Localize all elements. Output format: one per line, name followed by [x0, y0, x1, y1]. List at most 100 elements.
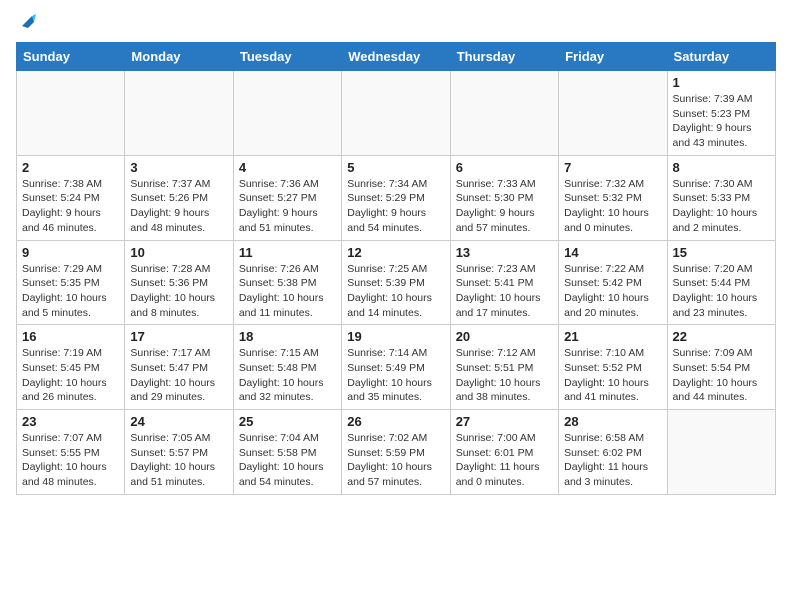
day-header-saturday: Saturday [667, 43, 775, 71]
calendar-day: 18 Sunrise: 7:15 AM Sunset: 5:48 PM Dayli… [233, 325, 341, 410]
calendar-day: 17 Sunrise: 7:17 AM Sunset: 5:47 PM Dayli… [125, 325, 233, 410]
day-number: 9 [22, 245, 119, 260]
day-number: 10 [130, 245, 227, 260]
calendar-day: 11 Sunrise: 7:26 AM Sunset: 5:38 PM Dayli… [233, 240, 341, 325]
day-info: Sunrise: 7:38 AM Sunset: 5:24 PM Dayligh… [22, 177, 119, 236]
day-info: Sunrise: 7:22 AM Sunset: 5:42 PM Dayligh… [564, 262, 661, 321]
calendar-day: 26Sunrise: 7:02 AM Sunset: 5:59 PM Dayli… [342, 410, 450, 495]
day-info: Sunrise: 7:39 AM Sunset: 5:23 PM Dayligh… [673, 92, 770, 151]
calendar-day: 8 Sunrise: 7:30 AM Sunset: 5:33 PM Daylig… [667, 155, 775, 240]
day-info: Sunrise: 7:32 AM Sunset: 5:32 PM Dayligh… [564, 177, 661, 236]
calendar-day: 27 Sunrise: 7:00 AM Sunset: 6:01 PM Dayli… [450, 410, 558, 495]
day-header-monday: Monday [125, 43, 233, 71]
calendar-day: 7 Sunrise: 7:32 AM Sunset: 5:32 PM Daylig… [559, 155, 667, 240]
calendar-day: 21 Sunrise: 7:10 AM Sunset: 5:52 PM Dayli… [559, 325, 667, 410]
calendar-week-3: 9 Sunrise: 7:29 AM Sunset: 5:35 PM Daylig… [17, 240, 776, 325]
day-info: Sunrise: 7:12 AM Sunset: 5:51 PM Dayligh… [456, 346, 553, 405]
day-number: 6 [456, 160, 553, 175]
day-number: 15 [673, 245, 770, 260]
day-number: 20 [456, 329, 553, 344]
day-number: 11 [239, 245, 336, 260]
day-info: Sunrise: 7:33 AM Sunset: 5:30 PM Dayligh… [456, 177, 553, 236]
day-number: 22 [673, 329, 770, 344]
calendar-day [233, 71, 341, 156]
calendar-day: 25 Sunrise: 7:04 AM Sunset: 5:58 PM Dayli… [233, 410, 341, 495]
day-info: Sunrise: 7:25 AM Sunset: 5:39 PM Dayligh… [347, 262, 444, 321]
day-number: 4 [239, 160, 336, 175]
day-info: Sunrise: 7:04 AM Sunset: 5:58 PM Dayligh… [239, 431, 336, 490]
calendar-day [559, 71, 667, 156]
day-number: 5 [347, 160, 444, 175]
day-header-thursday: Thursday [450, 43, 558, 71]
calendar-day: 9 Sunrise: 7:29 AM Sunset: 5:35 PM Daylig… [17, 240, 125, 325]
calendar-day: 5 Sunrise: 7:34 AM Sunset: 5:29 PM Daylig… [342, 155, 450, 240]
calendar-day: 28 Sunrise: 6:58 AM Sunset: 6:02 PM Dayli… [559, 410, 667, 495]
calendar-day: 22 Sunrise: 7:09 AM Sunset: 5:54 PM Dayli… [667, 325, 775, 410]
day-info: Sunrise: 7:19 AM Sunset: 5:45 PM Dayligh… [22, 346, 119, 405]
calendar-day [667, 410, 775, 495]
calendar-day [342, 71, 450, 156]
page-header [16, 16, 776, 30]
day-info: Sunrise: 7:10 AM Sunset: 5:52 PM Dayligh… [564, 346, 661, 405]
calendar-day: 24 Sunrise: 7:05 AM Sunset: 5:57 PM Dayli… [125, 410, 233, 495]
day-info: Sunrise: 7:14 AM Sunset: 5:49 PM Dayligh… [347, 346, 444, 405]
day-info: Sunrise: 7:05 AM Sunset: 5:57 PM Dayligh… [130, 431, 227, 490]
day-info: Sunrise: 7:02 AM Sunset: 5:59 PM Dayligh… [347, 431, 444, 490]
calendar-day: 14 Sunrise: 7:22 AM Sunset: 5:42 PM Dayli… [559, 240, 667, 325]
calendar-table: SundayMondayTuesdayWednesdayThursdayFrid… [16, 42, 776, 495]
day-number: 24 [130, 414, 227, 429]
day-number: 28 [564, 414, 661, 429]
logo-bird-icon [18, 12, 36, 30]
calendar-day [125, 71, 233, 156]
day-number: 16 [22, 329, 119, 344]
day-number: 1 [673, 75, 770, 90]
calendar-week-1: 1 Sunrise: 7:39 AM Sunset: 5:23 PM Daylig… [17, 71, 776, 156]
day-info: Sunrise: 7:15 AM Sunset: 5:48 PM Dayligh… [239, 346, 336, 405]
day-info: Sunrise: 7:37 AM Sunset: 5:26 PM Dayligh… [130, 177, 227, 236]
day-header-friday: Friday [559, 43, 667, 71]
calendar-day: 23 Sunrise: 7:07 AM Sunset: 5:55 PM Dayli… [17, 410, 125, 495]
calendar-day: 10 Sunrise: 7:28 AM Sunset: 5:36 PM Dayli… [125, 240, 233, 325]
day-number: 18 [239, 329, 336, 344]
day-number: 8 [673, 160, 770, 175]
calendar-header-row: SundayMondayTuesdayWednesdayThursdayFrid… [17, 43, 776, 71]
day-info: Sunrise: 7:20 AM Sunset: 5:44 PM Dayligh… [673, 262, 770, 321]
calendar-day: 6 Sunrise: 7:33 AM Sunset: 5:30 PM Daylig… [450, 155, 558, 240]
day-number: 23 [22, 414, 119, 429]
day-info: Sunrise: 7:00 AM Sunset: 6:01 PM Dayligh… [456, 431, 553, 490]
calendar-week-2: 2Sunrise: 7:38 AM Sunset: 5:24 PM Daylig… [17, 155, 776, 240]
calendar-day: 20 Sunrise: 7:12 AM Sunset: 5:51 PM Dayli… [450, 325, 558, 410]
calendar-day: 3 Sunrise: 7:37 AM Sunset: 5:26 PM Daylig… [125, 155, 233, 240]
day-number: 14 [564, 245, 661, 260]
calendar-day: 13Sunrise: 7:23 AM Sunset: 5:41 PM Dayli… [450, 240, 558, 325]
day-info: Sunrise: 7:29 AM Sunset: 5:35 PM Dayligh… [22, 262, 119, 321]
day-info: Sunrise: 7:28 AM Sunset: 5:36 PM Dayligh… [130, 262, 227, 321]
calendar-day [450, 71, 558, 156]
day-number: 7 [564, 160, 661, 175]
day-number: 3 [130, 160, 227, 175]
day-info: Sunrise: 7:30 AM Sunset: 5:33 PM Dayligh… [673, 177, 770, 236]
day-info: Sunrise: 6:58 AM Sunset: 6:02 PM Dayligh… [564, 431, 661, 490]
day-number: 21 [564, 329, 661, 344]
calendar-day: 12 Sunrise: 7:25 AM Sunset: 5:39 PM Dayli… [342, 240, 450, 325]
logo [16, 16, 36, 30]
day-number: 27 [456, 414, 553, 429]
day-number: 17 [130, 329, 227, 344]
day-number: 25 [239, 414, 336, 429]
day-info: Sunrise: 7:34 AM Sunset: 5:29 PM Dayligh… [347, 177, 444, 236]
day-header-tuesday: Tuesday [233, 43, 341, 71]
calendar-day: 4 Sunrise: 7:36 AM Sunset: 5:27 PM Daylig… [233, 155, 341, 240]
day-info: Sunrise: 7:09 AM Sunset: 5:54 PM Dayligh… [673, 346, 770, 405]
calendar-day: 2Sunrise: 7:38 AM Sunset: 5:24 PM Daylig… [17, 155, 125, 240]
day-info: Sunrise: 7:26 AM Sunset: 5:38 PM Dayligh… [239, 262, 336, 321]
day-info: Sunrise: 7:36 AM Sunset: 5:27 PM Dayligh… [239, 177, 336, 236]
day-info: Sunrise: 7:17 AM Sunset: 5:47 PM Dayligh… [130, 346, 227, 405]
day-header-sunday: Sunday [17, 43, 125, 71]
calendar-week-4: 16 Sunrise: 7:19 AM Sunset: 5:45 PM Dayli… [17, 325, 776, 410]
day-number: 12 [347, 245, 444, 260]
day-number: 13 [456, 245, 553, 260]
day-number: 19 [347, 329, 444, 344]
calendar-day: 16 Sunrise: 7:19 AM Sunset: 5:45 PM Dayli… [17, 325, 125, 410]
day-info: Sunrise: 7:07 AM Sunset: 5:55 PM Dayligh… [22, 431, 119, 490]
calendar-day: 19 Sunrise: 7:14 AM Sunset: 5:49 PM Dayli… [342, 325, 450, 410]
